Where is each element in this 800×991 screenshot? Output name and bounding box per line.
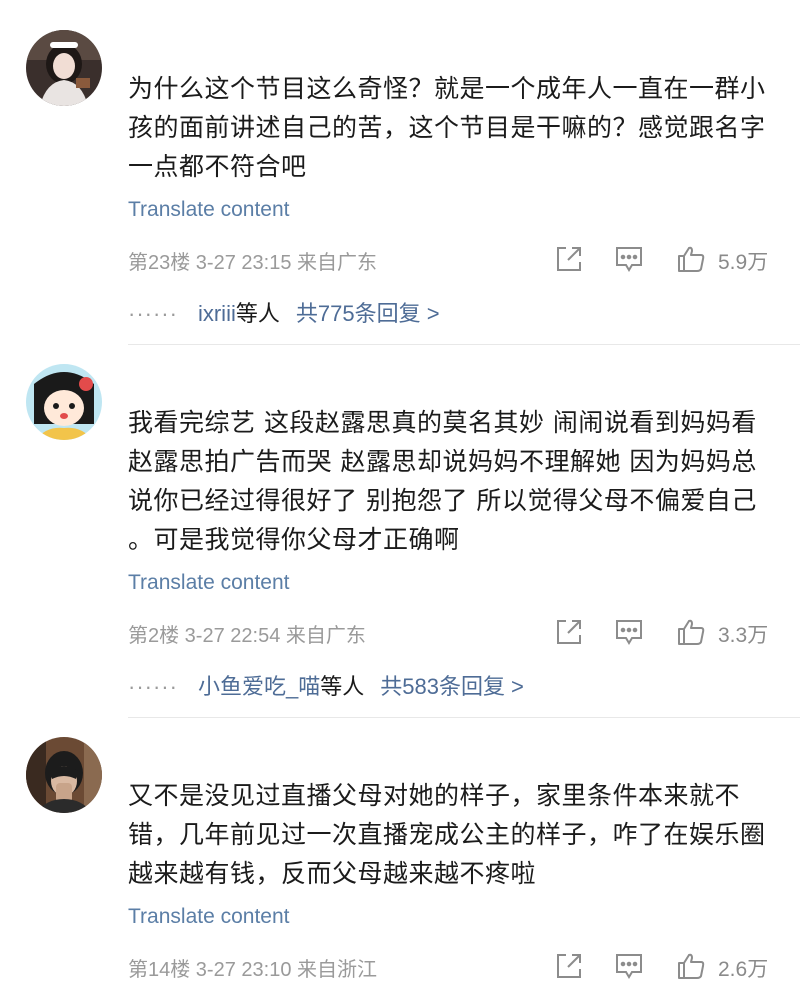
reply-summary[interactable]: ······ ixriii等人 共775条回复 >	[128, 296, 440, 328]
like-icon[interactable]	[676, 951, 706, 981]
comment-icon[interactable]	[614, 244, 644, 274]
translate-link[interactable]: Translate content	[128, 198, 289, 222]
comment-icon[interactable]	[614, 951, 644, 981]
reply-users[interactable]: ixriii	[198, 301, 236, 326]
reply-dots: ······	[128, 674, 178, 699]
like-count: 5.9万	[718, 251, 769, 274]
like-icon[interactable]	[676, 244, 706, 274]
comment-icon[interactable]	[614, 617, 644, 647]
comment-actions: 2.6万	[554, 951, 780, 981]
share-icon[interactable]	[554, 244, 584, 274]
translate-link[interactable]: Translate content	[128, 571, 289, 595]
comment-meta: 第14楼 3-27 23:10 来自浙江	[128, 959, 377, 981]
comment-meta: 第2楼 3-27 22:54 来自广东	[128, 625, 366, 647]
comment-actions: 5.9万	[554, 244, 780, 274]
reply-summary[interactable]: ······ 小鱼爱吃_喵等人 共583条回复 >	[128, 669, 524, 701]
comment-text: 我看完综艺 这段赵露思真的莫名其妙 闹闹说看到妈妈看赵露思拍广告而哭 赵露思却说…	[128, 408, 757, 554]
divider	[128, 717, 800, 718]
reply-suffix: 等人	[235, 301, 280, 326]
reply-count-link[interactable]: 共583条回复 >	[380, 674, 524, 699]
translate-link[interactable]: Translate content	[128, 905, 289, 929]
like-count: 2.6万	[718, 958, 769, 981]
like-icon[interactable]	[676, 617, 706, 647]
avatar[interactable]	[26, 364, 102, 440]
share-icon[interactable]	[554, 617, 584, 647]
avatar[interactable]	[26, 737, 102, 813]
reply-users[interactable]: 小鱼爱吃_喵	[198, 674, 320, 699]
comment-text: 又不是没见过直播父母对她的样子，家里条件本来就不错，几年前见过一次直播宠成公主的…	[128, 781, 766, 888]
comment-actions: 3.3万	[554, 617, 780, 647]
reply-dots: ······	[128, 301, 178, 326]
reply-suffix: 等人	[320, 674, 365, 699]
comment-meta: 第23楼 3-27 23:15 来自广东	[128, 252, 377, 274]
reply-count-link[interactable]: 共775条回复 >	[296, 301, 440, 326]
comment-text: 为什么这个节目这么奇怪？就是一个成年人一直在一群小孩的面前讲述自己的苦，这个节目…	[128, 74, 766, 181]
share-icon[interactable]	[554, 951, 584, 981]
divider	[128, 344, 800, 345]
like-count: 3.3万	[718, 624, 769, 647]
avatar[interactable]	[26, 30, 102, 106]
